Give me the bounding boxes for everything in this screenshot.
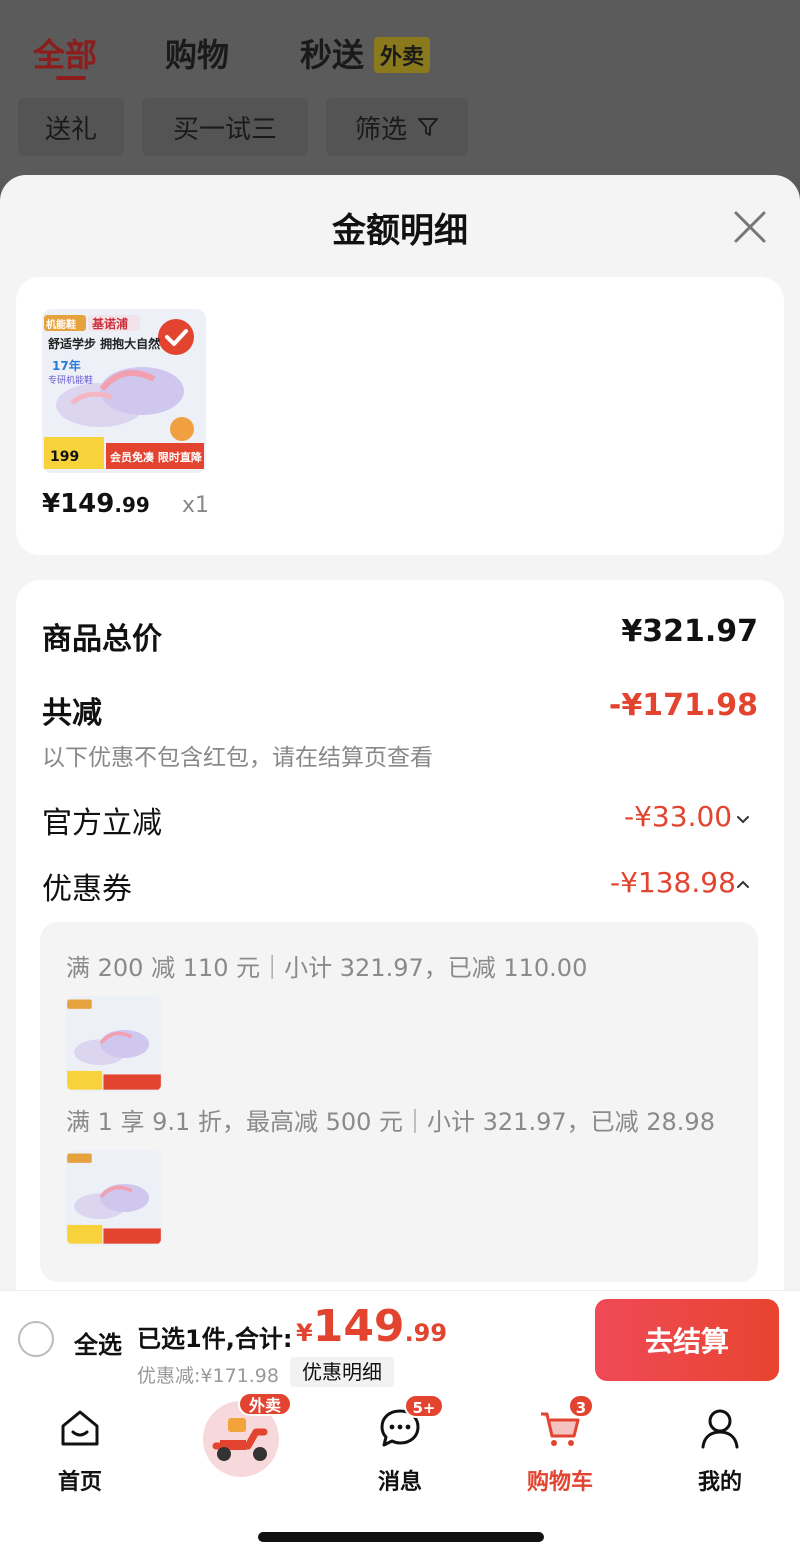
official-discount-value[interactable]: -¥33.00 xyxy=(624,800,732,833)
product-price-int: ¥149 xyxy=(42,489,115,519)
chevron-down-icon[interactable] xyxy=(735,811,751,827)
total-price-label: 商品总价 xyxy=(42,622,162,657)
coupon-detail-box: 满 200 减 110 元｜小计 321.97，已减 110.00 满 1 享 … xyxy=(40,922,758,1282)
coupon-value[interactable]: -¥138.98 xyxy=(610,866,736,899)
messages-badge: 5+ xyxy=(404,1394,444,1418)
chip-filter-label: 筛选 xyxy=(354,114,407,145)
select-all-label[interactable]: 全选 xyxy=(74,1325,122,1360)
discount-amount: 优惠减:¥171.98 xyxy=(137,1365,279,1387)
total-amount: ¥149.99 xyxy=(296,1301,447,1352)
home-indicator xyxy=(258,1532,544,1542)
total-reduce-label: 共减 xyxy=(42,696,102,731)
chip-filter[interactable]: 筛选 xyxy=(326,98,468,156)
product-image-category: 机能鞋 xyxy=(46,320,76,331)
tab-shopping[interactable]: 购物 xyxy=(165,30,229,76)
chevron-up-icon[interactable] xyxy=(735,876,751,892)
takeout-tag: 外卖 xyxy=(374,37,431,73)
filter-funnel-icon xyxy=(418,118,438,136)
nav-cart-label: 购物车 xyxy=(526,1470,593,1495)
background-header: 全部 购物 秒送 外卖 送礼 买一试三 筛选 xyxy=(0,0,800,175)
nav-messages-label: 消息 xyxy=(377,1470,422,1495)
product-image-years: 17年 xyxy=(52,359,81,373)
tab-flash-delivery[interactable]: 秒送 xyxy=(300,30,364,76)
tab-all[interactable]: 全部 xyxy=(33,30,97,76)
total-int: 149 xyxy=(312,1301,405,1352)
coupon-2-product-illustration xyxy=(66,1150,162,1246)
chip-buy-one-try-three[interactable]: 买一试三 xyxy=(142,98,308,156)
checkout-bar: 全选 已选1件,合计: ¥149.99 优惠减:¥171.98 优惠明细 去结算 xyxy=(0,1290,800,1388)
takeout-badge: 外卖 xyxy=(238,1392,292,1416)
close-icon[interactable] xyxy=(728,205,772,249)
home-icon xyxy=(61,1410,99,1446)
product-image-slogan: 舒适学步 拥抱大自然 xyxy=(48,337,161,351)
coupon-label: 优惠券 xyxy=(42,872,132,907)
user-icon xyxy=(701,1409,739,1449)
sheet-title: 金额明细 xyxy=(332,211,468,251)
product-price: ¥149.99 xyxy=(42,489,150,519)
total-reduce-value: -¥171.98 xyxy=(608,688,758,723)
total-dec: .99 xyxy=(404,1319,448,1347)
product-card: 机能鞋 基诺浦 舒适学步 拥抱大自然 17年 专研机能鞋 199 会员免凑 限时… xyxy=(16,277,784,555)
product-qty: x1 xyxy=(182,493,210,518)
selected-summary: 已选1件,合计: xyxy=(137,1325,293,1353)
official-discount-label: 官方立减 xyxy=(42,806,162,841)
total-price-value: ¥321.97 xyxy=(621,614,758,649)
coupon-1-product-image xyxy=(66,996,162,1092)
product-image-promo: 会员免凑 限时直降 xyxy=(110,451,202,464)
coupon-1-product-illustration xyxy=(66,996,162,1092)
product-price-dec: .99 xyxy=(114,493,150,517)
product-image[interactable]: 机能鞋 基诺浦 舒适学步 拥抱大自然 17年 专研机能鞋 199 会员免凑 限时… xyxy=(42,309,206,473)
cart-badge: 3 xyxy=(568,1394,594,1418)
nav-mine-label: 我的 xyxy=(697,1470,742,1495)
coupon-2-product-image xyxy=(66,1150,162,1246)
product-image-brand: 基诺浦 xyxy=(92,317,129,331)
reduce-note: 以下优惠不包含红包，请在结算页查看 xyxy=(42,745,433,771)
total-currency: ¥ xyxy=(296,1319,313,1347)
coupon-rule-1: 满 200 减 110 元｜小计 321.97，已减 110.00 xyxy=(66,954,588,982)
checkout-button[interactable]: 去结算 xyxy=(595,1299,779,1381)
coupon-rule-2: 满 1 享 9.1 折，最高减 500 元｜小计 321.97，已减 28.98 xyxy=(66,1108,715,1136)
product-image-years-sub: 专研机能鞋 xyxy=(48,376,94,386)
tab-underline xyxy=(56,76,86,80)
nav-home-label: 首页 xyxy=(57,1470,102,1495)
product-image-price: 199 xyxy=(50,449,80,465)
chip-gift[interactable]: 送礼 xyxy=(18,98,124,156)
discount-detail-button[interactable]: 优惠明细 xyxy=(290,1357,394,1387)
select-all-checkbox[interactable] xyxy=(18,1321,54,1357)
